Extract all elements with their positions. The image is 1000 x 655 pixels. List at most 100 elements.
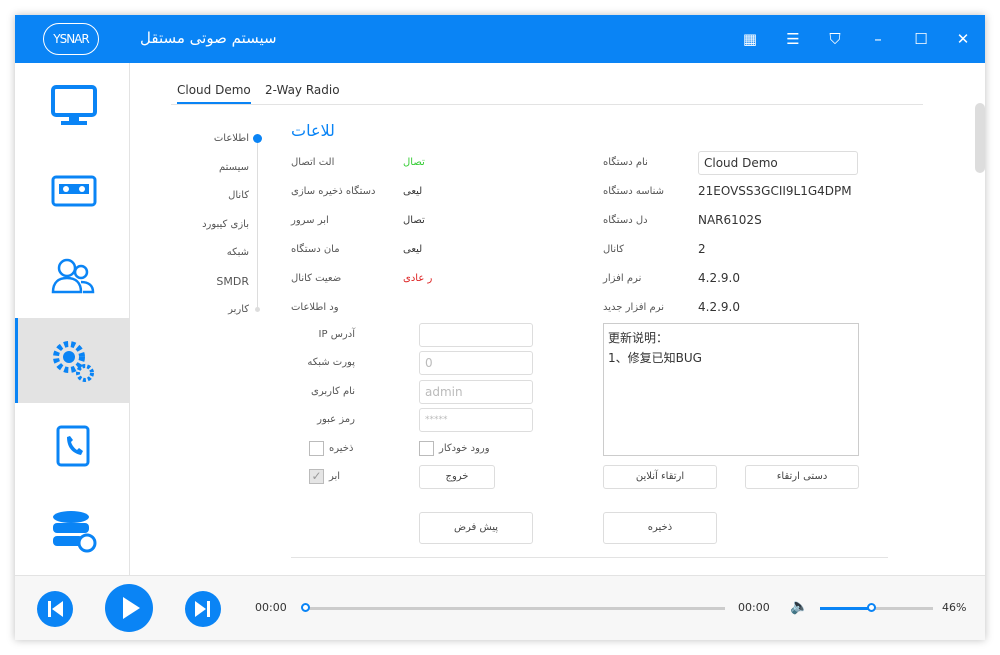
nav-item-user[interactable]: کاربر bbox=[179, 304, 249, 315]
maximize-icon[interactable]: ☐ bbox=[911, 29, 931, 49]
monitor-icon bbox=[50, 84, 97, 125]
nav-item-system[interactable]: سیستم bbox=[179, 162, 249, 173]
online-upgrade-button[interactable]: ارتقاء آنلاین bbox=[603, 465, 717, 489]
tab-2-way-radio[interactable]: 2-Way Radio bbox=[265, 83, 340, 97]
info-label: ابر سرور bbox=[291, 215, 329, 226]
ip-input[interactable] bbox=[419, 323, 533, 347]
sidebar-item-settings[interactable] bbox=[15, 318, 129, 403]
info-label: ضعیت کانال bbox=[291, 273, 342, 284]
minimize-icon[interactable]: – bbox=[868, 29, 888, 49]
notes-title: 更新说明： bbox=[608, 331, 669, 345]
main-content: Cloud Demo 2-Way Radio اطلاعات سیستم کان… bbox=[131, 63, 985, 575]
current-time: 00:00 bbox=[255, 601, 287, 614]
notes-line: 1、修复已知BUG bbox=[608, 351, 702, 365]
autologin-label: ورود خودکار bbox=[439, 443, 490, 454]
logout-button[interactable]: خروج bbox=[419, 465, 495, 489]
volume-percent: 46% bbox=[942, 601, 967, 614]
app-title: سیستم صوتی مستقل bbox=[140, 29, 277, 47]
progress-slider[interactable] bbox=[305, 607, 725, 610]
password-label: رمز عبور bbox=[317, 414, 355, 425]
save-checkbox-label: ذخیره bbox=[329, 443, 354, 454]
section-title: للاعات bbox=[291, 121, 335, 140]
device-name-input[interactable]: Cloud Demo bbox=[698, 151, 858, 175]
device-value: NAR6102S bbox=[698, 213, 762, 227]
title-bar: YSNAR سیستم صوتی مستقل ▦ ☰ ⛉ – ☐ ✕ bbox=[15, 15, 985, 63]
device-label: نام دستگاه bbox=[603, 157, 648, 168]
device-label: نرم افزار جدید bbox=[603, 302, 664, 313]
username-input[interactable]: admin bbox=[419, 380, 533, 404]
nav-item-channel[interactable]: کانال bbox=[179, 190, 249, 201]
device-label: دل دستگاه bbox=[603, 215, 648, 226]
info-value: تصال bbox=[403, 157, 425, 168]
sidebar-item-monitor[interactable] bbox=[15, 63, 129, 148]
nav-item-info[interactable]: اطلاعات bbox=[179, 133, 249, 144]
info-label: مان دستگاه bbox=[291, 244, 340, 255]
scrollbar[interactable] bbox=[975, 103, 985, 173]
info-value: لیعی bbox=[403, 244, 423, 255]
next-icon bbox=[195, 601, 210, 617]
volume-fill bbox=[820, 607, 872, 610]
save-button[interactable]: ذخیره bbox=[603, 512, 717, 544]
divider bbox=[291, 557, 888, 558]
volume-icon[interactable]: 🔈 bbox=[790, 597, 809, 615]
update-notes: 更新说明： 1、修复已知BUG bbox=[603, 323, 859, 456]
progress-handle[interactable] bbox=[301, 603, 310, 612]
app-window: YSNAR سیستم صوتی مستقل ▦ ☰ ⛉ – ☐ ✕ Cloud… bbox=[15, 15, 985, 640]
tab-cloud-demo[interactable]: Cloud Demo bbox=[177, 83, 251, 104]
users-icon bbox=[51, 258, 94, 293]
nav-item-network[interactable]: شبکه bbox=[179, 247, 249, 258]
device-value: 4.2.9.0 bbox=[698, 271, 740, 285]
recorder-icon bbox=[51, 175, 96, 206]
nav-active-dot bbox=[253, 134, 262, 143]
cloud-checkbox-label: ابر bbox=[329, 471, 341, 482]
close-icon[interactable]: ✕ bbox=[953, 29, 973, 49]
manual-upgrade-button[interactable]: دستی ارتقاء bbox=[745, 465, 859, 489]
total-time: 00:00 bbox=[738, 601, 770, 614]
cloud-checkbox[interactable]: ✓ bbox=[309, 469, 324, 484]
play-button[interactable] bbox=[105, 584, 153, 632]
nav-line bbox=[257, 141, 258, 311]
info-label: الت اتصال bbox=[291, 157, 335, 168]
skin-icon[interactable]: ⛉ bbox=[825, 29, 845, 49]
default-button[interactable]: پیش فرض bbox=[419, 512, 533, 544]
grid-icon[interactable]: ▦ bbox=[740, 29, 760, 49]
tab-bar: Cloud Demo 2-Way Radio bbox=[171, 81, 923, 105]
previous-icon bbox=[48, 601, 63, 617]
device-label: نرم افزار bbox=[603, 273, 642, 284]
info-label: ود اطلاعات bbox=[291, 302, 339, 313]
app-logo: YSNAR bbox=[43, 23, 99, 55]
volume-handle[interactable] bbox=[866, 603, 876, 612]
device-value: 2 bbox=[698, 242, 706, 256]
next-button[interactable] bbox=[185, 591, 221, 627]
info-value: تصال bbox=[403, 215, 425, 226]
device-label: شناسه دستگاه bbox=[603, 186, 665, 197]
save-checkbox[interactable] bbox=[309, 441, 324, 456]
username-label: نام کاربری bbox=[311, 386, 355, 397]
sidebar-item-phonebook[interactable] bbox=[15, 403, 129, 488]
nav-item-keyboard[interactable]: بازی کیبورد bbox=[179, 219, 249, 230]
port-label: پورت شبکه bbox=[307, 357, 355, 368]
player-bar: 00:00 00:00 🔈 46% bbox=[15, 575, 985, 640]
database-icon bbox=[52, 510, 96, 552]
info-value: لیعی bbox=[403, 186, 423, 197]
sidebar-item-users[interactable] bbox=[15, 233, 129, 318]
previous-button[interactable] bbox=[37, 591, 73, 627]
device-value: 4.2.9.0 bbox=[698, 300, 740, 314]
ip-label: IP آدرس bbox=[318, 329, 355, 340]
volume-slider[interactable] bbox=[820, 607, 933, 610]
play-icon bbox=[123, 597, 140, 619]
info-value: ر عادی bbox=[403, 273, 433, 284]
sidebar-item-database[interactable] bbox=[15, 488, 129, 573]
list-icon[interactable]: ☰ bbox=[783, 29, 803, 49]
nav-item-smdr[interactable]: SMDR bbox=[179, 275, 249, 288]
device-value: 21EOVSS3GCII9L1G4DPM bbox=[698, 184, 852, 198]
port-input[interactable]: 0 bbox=[419, 351, 533, 375]
nav-end-dot bbox=[255, 307, 260, 312]
autologin-checkbox[interactable] bbox=[419, 441, 434, 456]
info-label: دستگاه ذخیره سازی bbox=[291, 186, 376, 197]
phonebook-icon bbox=[56, 425, 89, 466]
sidebar-item-recorder[interactable] bbox=[15, 148, 129, 233]
settings-icon bbox=[52, 340, 94, 382]
password-input[interactable]: ***** bbox=[419, 408, 533, 432]
device-label: کانال bbox=[603, 244, 624, 255]
